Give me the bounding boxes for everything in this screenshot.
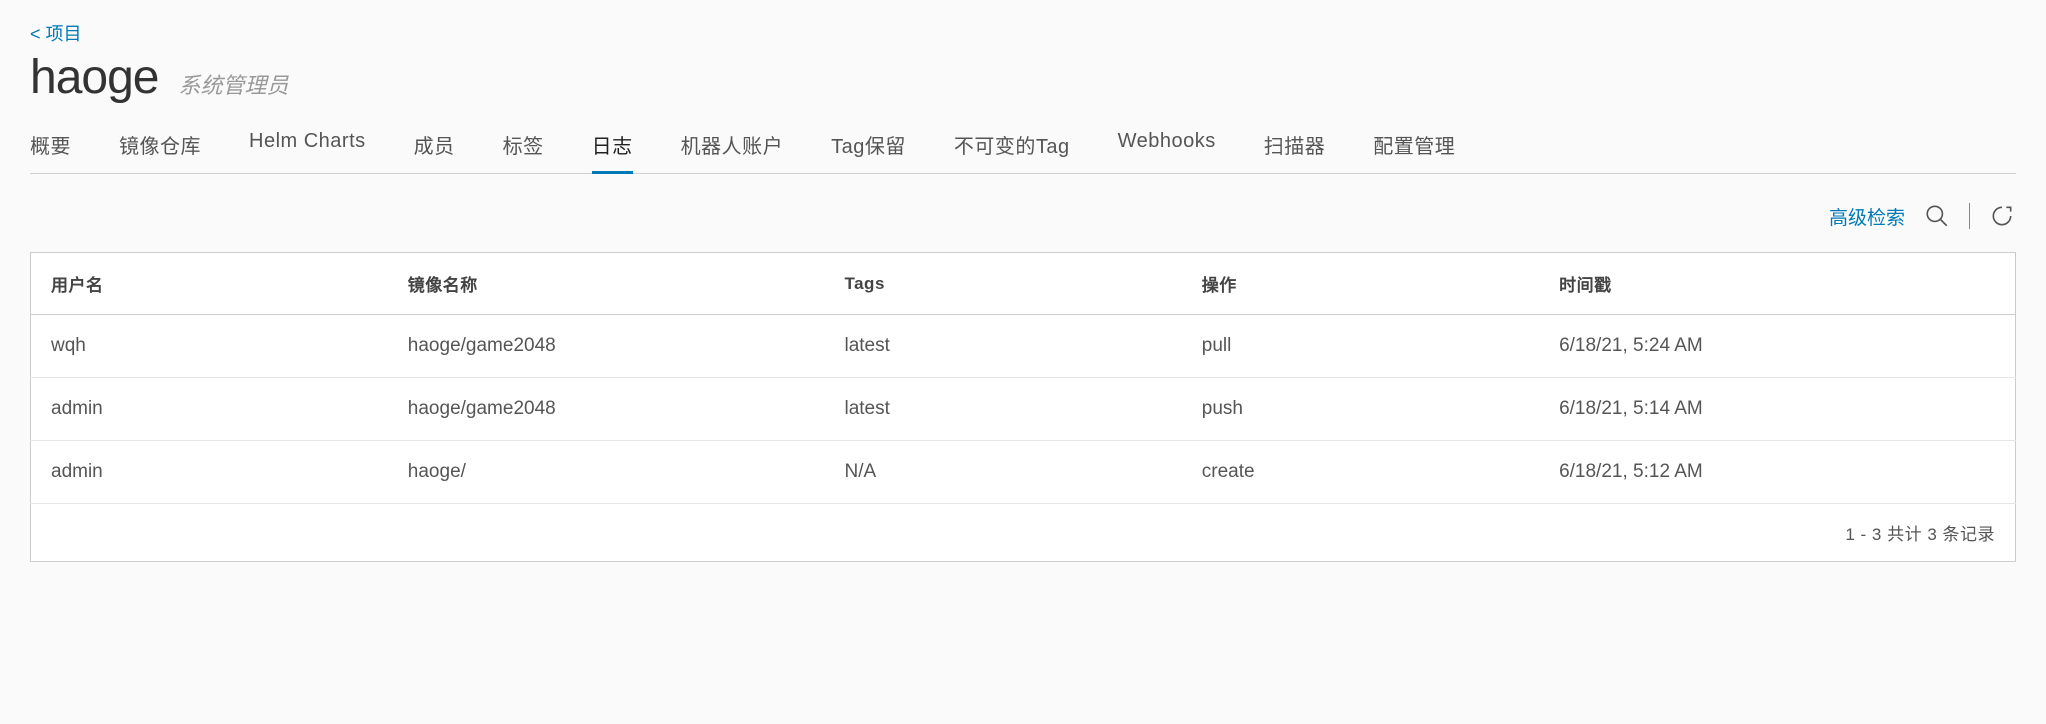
tab-7[interactable]: Tag保留 <box>831 124 906 174</box>
cell-image: haoge/ <box>388 441 825 504</box>
header-operation[interactable]: 操作 <box>1182 253 1539 315</box>
tabs-nav: 概要镜像仓库 Helm Charts 成员标签日志机器人账户 Tag保留不可变的Tag… <box>30 123 2016 174</box>
log-table: 用户名 镜像名称 Tags 操作 时间戳 wqhhaoge/game2048la… <box>30 252 2016 504</box>
header-timestamp[interactable]: 时间戳 <box>1539 253 2015 315</box>
tab-2[interactable]: Helm Charts <box>249 124 366 174</box>
cell-tags: latest <box>824 378 1181 441</box>
table-row[interactable]: adminhaoge/game2048latestpush6/18/21, 5:… <box>31 378 2016 441</box>
cell-operation: pull <box>1182 315 1539 378</box>
table-row[interactable]: adminhaoge/N/Acreate6/18/21, 5:12 AM <box>31 441 2016 504</box>
cell-user: admin <box>31 441 388 504</box>
page-title: haoge <box>30 50 158 105</box>
cell-operation: create <box>1182 441 1539 504</box>
header-user[interactable]: 用户名 <box>31 253 388 315</box>
cell-tags: latest <box>824 315 1181 378</box>
toolbar: 高级检索 <box>30 202 2016 230</box>
tab-8[interactable]: 不可变的Tag <box>954 124 1070 174</box>
tab-3[interactable]: 成员 <box>414 124 455 174</box>
tab-1[interactable]: 镜像仓库 <box>119 124 201 174</box>
tab-4[interactable]: 标签 <box>503 124 544 174</box>
tab-9[interactable]: Webhooks <box>1118 124 1216 174</box>
cell-image: haoge/game2048 <box>388 378 825 441</box>
breadcrumb-back[interactable]: < 项目 <box>30 20 82 46</box>
advanced-search-link[interactable]: 高级检索 <box>1829 203 1905 230</box>
cell-image: haoge/game2048 <box>388 315 825 378</box>
table-header-row: 用户名 镜像名称 Tags 操作 时间戳 <box>31 253 2016 315</box>
table-footer: 1 - 3 共计 3 条记录 <box>30 504 2016 562</box>
table-row[interactable]: wqhhaoge/game2048latestpull6/18/21, 5:24… <box>31 315 2016 378</box>
header-image[interactable]: 镜像名称 <box>388 253 825 315</box>
search-icon[interactable] <box>1923 202 1951 230</box>
role-label: 系统管理员 <box>178 68 288 100</box>
tab-11[interactable]: 配置管理 <box>1373 124 1455 174</box>
cell-tags: N/A <box>824 441 1181 504</box>
cell-timestamp: 6/18/21, 5:14 AM <box>1539 378 2015 441</box>
cell-user: admin <box>31 378 388 441</box>
tab-0[interactable]: 概要 <box>30 124 71 174</box>
cell-timestamp: 6/18/21, 5:24 AM <box>1539 315 2015 378</box>
refresh-icon[interactable] <box>1988 202 2016 230</box>
tab-5[interactable]: 日志 <box>592 124 633 174</box>
tab-6[interactable]: 机器人账户 <box>681 124 784 174</box>
cell-timestamp: 6/18/21, 5:12 AM <box>1539 441 2015 504</box>
header-tags[interactable]: Tags <box>824 253 1181 315</box>
cell-user: wqh <box>31 315 388 378</box>
toolbar-divider <box>1969 203 1970 229</box>
tab-10[interactable]: 扫描器 <box>1264 124 1326 174</box>
cell-operation: push <box>1182 378 1539 441</box>
